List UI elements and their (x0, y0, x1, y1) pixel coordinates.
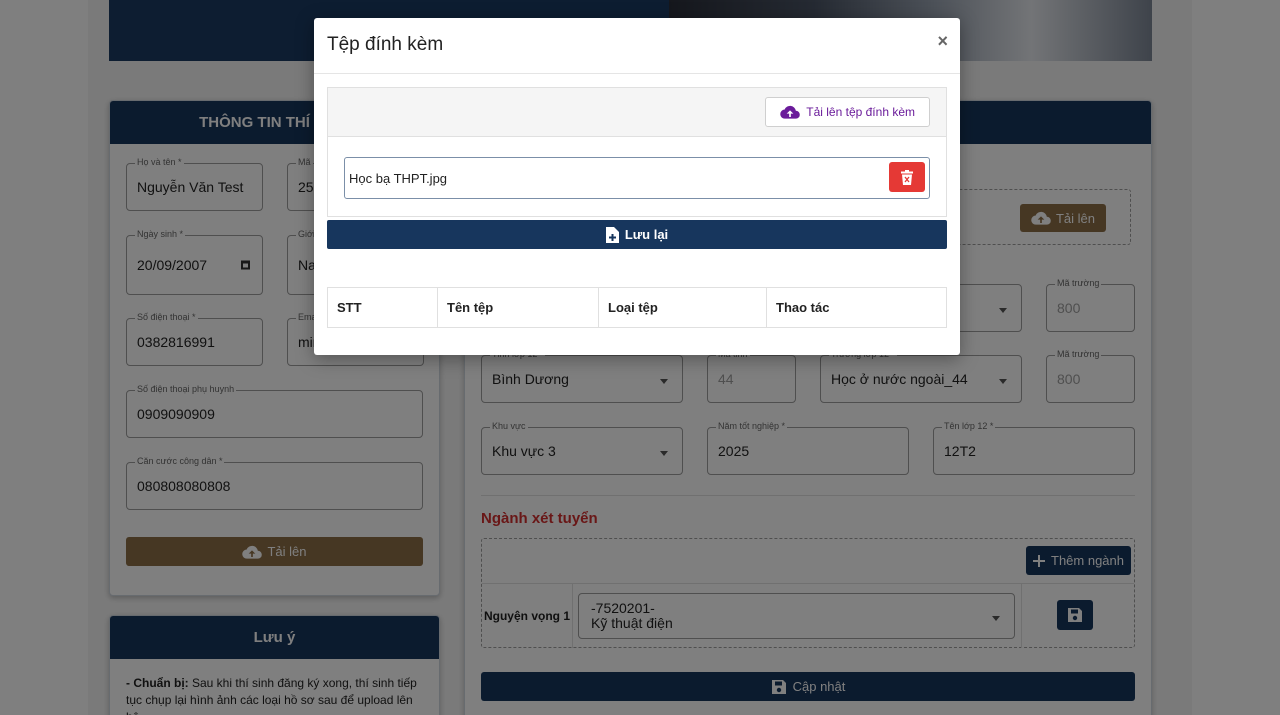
trash-icon (901, 169, 913, 185)
file-plus-icon (605, 226, 619, 243)
close-icon[interactable]: × (937, 31, 948, 52)
attachment-toolbar: Tải lên tệp đính kèm (328, 88, 946, 137)
save-attachments-button[interactable]: Lưu lại (327, 220, 947, 249)
attachment-panel: Tải lên tệp đính kèm Học bạ THPT.jpg (327, 87, 947, 217)
cloud-upload-icon (780, 105, 801, 119)
column-header-file-type: Loại tệp (598, 287, 767, 328)
attachment-file-name: Học bạ THPT.jpg (349, 171, 448, 186)
delete-attachment-button[interactable] (889, 162, 925, 192)
modal-header: Tệp đính kèm × (314, 18, 960, 74)
attachments-modal: Tệp đính kèm × Tải lên tệp đính kèm Học … (314, 18, 960, 355)
upload-attachment-button[interactable]: Tải lên tệp đính kèm (765, 97, 930, 127)
modal-title: Tệp đính kèm (327, 34, 444, 55)
attachment-file-row[interactable]: Học bạ THPT.jpg (344, 157, 930, 199)
column-header-stt: STT (327, 287, 438, 328)
table-header-row: STT Tên tệp Loại tệp Thao tác (327, 287, 947, 328)
column-header-actions: Thao tác (766, 287, 947, 328)
column-header-file-name: Tên tệp (437, 287, 599, 328)
attachments-table: STT Tên tệp Loại tệp Thao tác (327, 287, 947, 328)
